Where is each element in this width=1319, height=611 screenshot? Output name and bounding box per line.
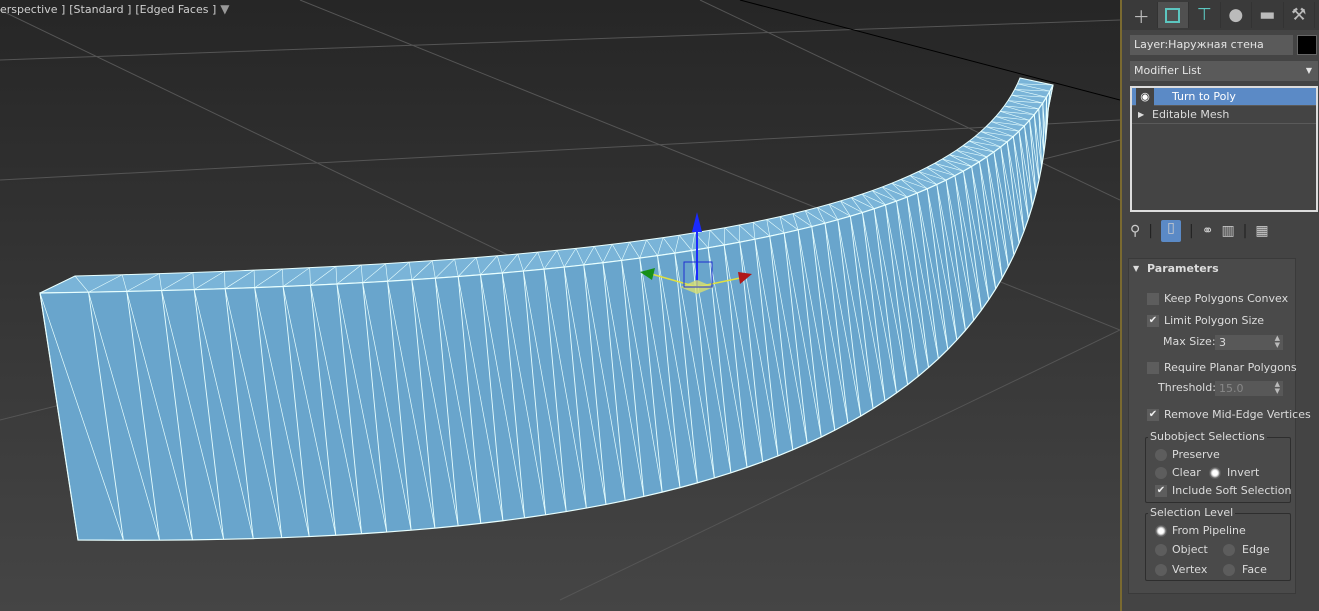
perspective-viewport[interactable]: erspective ] [Standard ] [Edged Faces ] … <box>0 0 1120 611</box>
tab-hierarchy[interactable]: ⊤ <box>1189 2 1221 28</box>
grid-line <box>699 0 1120 201</box>
clear-radio[interactable] <box>1155 467 1167 479</box>
wall-front-face <box>39 84 1054 541</box>
delete-modifier-icon[interactable]: ▥ <box>1221 223 1234 239</box>
stack-item-editable-mesh[interactable]: ▶ Editable Mesh <box>1132 106 1316 124</box>
from-pipeline-radio[interactable] <box>1155 525 1167 537</box>
command-panel: ＋ ⊤ ● ▬ ⚒ Layer:Наружная стена Modifier … <box>1120 0 1319 611</box>
motion-icon: ● <box>1228 5 1244 25</box>
preserve-radio[interactable] <box>1155 449 1167 461</box>
face-radio[interactable] <box>1223 564 1235 576</box>
filter-icon[interactable]: ▼ <box>220 2 229 16</box>
remove-mid-edge-label: Remove Mid-Edge Vertices <box>1164 408 1311 421</box>
group-title: Selection Level <box>1148 506 1236 519</box>
preserve-label: Preserve <box>1172 448 1220 461</box>
threshold-label: Threshold: <box>1158 381 1216 394</box>
tab-display[interactable]: ▬ <box>1252 2 1284 28</box>
viewport-shading-label[interactable]: [Standard ] <box>69 3 131 16</box>
expand-triangle-icon[interactable]: ▶ <box>1138 106 1144 124</box>
soft-selection-label: Include Soft Selection <box>1172 484 1292 497</box>
viewport-view-label[interactable]: erspective ] <box>0 3 65 16</box>
limit-size-label: Limit Polygon Size <box>1164 314 1265 327</box>
threshold-spinner[interactable]: 15.0 ▲ ▼ <box>1215 381 1283 396</box>
configure-sets-icon[interactable]: ▦ <box>1255 223 1268 239</box>
scene[interactable] <box>0 0 1120 611</box>
object-name-field[interactable]: Layer:Наружная стена <box>1130 35 1293 55</box>
world-axis-line <box>739 0 1120 101</box>
face-label: Face <box>1242 563 1267 576</box>
object-color-swatch[interactable] <box>1297 35 1317 55</box>
modifier-list-dropdown[interactable]: Modifier List ▼ <box>1130 61 1318 81</box>
show-end-result-button[interactable]: ▯ <box>1160 220 1181 242</box>
command-panel-tabs: ＋ ⊤ ● ▬ ⚒ <box>1122 0 1319 30</box>
from-pipeline-label: From Pipeline <box>1172 524 1246 537</box>
tab-create[interactable]: ＋ <box>1126 2 1158 28</box>
selection-level-group: Selection Level From Pipeline Object Edg… <box>1145 506 1291 581</box>
threshold-value: 15.0 <box>1219 382 1244 395</box>
vertex-radio[interactable] <box>1155 564 1167 576</box>
invert-label: Invert <box>1227 466 1260 479</box>
toolbar-separator: | <box>1242 223 1248 239</box>
tab-utilities[interactable]: ⚒ <box>1284 2 1315 28</box>
toolbar-separator: | <box>1148 223 1153 239</box>
object-radio[interactable] <box>1155 544 1167 556</box>
max-size-value: 3 <box>1219 336 1226 349</box>
collapse-triangle-icon[interactable]: ▼ <box>1133 264 1139 273</box>
stack-item-turn-to-poly[interactable]: ◉ Turn to Poly <box>1132 88 1316 106</box>
viewport-label[interactable]: erspective ] [Standard ] [Edged Faces ] … <box>0 2 229 16</box>
make-unique-icon[interactable]: ⚭ <box>1202 223 1214 239</box>
modify-icon <box>1165 7 1181 23</box>
tab-modify[interactable] <box>1157 2 1189 28</box>
stack-item-label: Editable Mesh <box>1152 108 1230 121</box>
keep-convex-checkbox[interactable] <box>1147 293 1159 305</box>
require-planar-label: Require Planar Polygons <box>1164 361 1297 374</box>
require-planar-checkbox[interactable] <box>1147 362 1159 374</box>
spinner-arrows-icon[interactable]: ▲ ▼ <box>1275 381 1280 395</box>
eye-icon[interactable]: ◉ <box>1136 88 1154 106</box>
subobject-selections-group: Subobject Selections Preserve Clear Inve… <box>1145 430 1292 503</box>
tab-motion[interactable]: ● <box>1221 2 1252 28</box>
rollout-title[interactable]: Parameters <box>1147 262 1219 275</box>
keep-convex-label: Keep Polygons Convex <box>1164 292 1289 305</box>
edge-radio[interactable] <box>1223 544 1235 556</box>
chevron-down-icon: ▼ <box>1305 66 1312 75</box>
group-title: Subobject Selections <box>1148 430 1267 443</box>
gizmo-z-arrow <box>692 212 702 232</box>
max-size-label: Max Size: <box>1163 335 1216 348</box>
modifier-list-label: Modifier List <box>1134 64 1202 77</box>
max-size-spinner[interactable]: 3 ▲ ▼ <box>1215 335 1283 350</box>
display-icon: ▬ <box>1259 5 1276 25</box>
stack-toolbar: ⚲ | ▯ | ⚭ ▥ | ▦ <box>1130 220 1269 242</box>
hierarchy-icon: ⊤ <box>1196 5 1212 25</box>
parameters-rollout: ▼ Parameters Keep Polygons Convex ✔ Limi… <box>1128 258 1311 594</box>
grid-line <box>0 19 1120 61</box>
clear-label: Clear <box>1172 466 1201 479</box>
spinner-arrows-icon[interactable]: ▲ ▼ <box>1275 335 1280 349</box>
pin-stack-icon[interactable]: ⚲ <box>1130 223 1140 239</box>
viewport-display-label[interactable]: [Edged Faces ] <box>135 3 216 16</box>
limit-size-checkbox[interactable]: ✔ <box>1147 315 1159 327</box>
remove-mid-edge-checkbox[interactable]: ✔ <box>1147 409 1159 421</box>
soft-selection-checkbox[interactable]: ✔ <box>1155 485 1167 497</box>
modifier-stack: ◉ Turn to Poly ▶ Editable Mesh <box>1130 86 1318 212</box>
vertex-label: Vertex <box>1172 563 1208 576</box>
plus-icon: ＋ <box>1132 7 1150 28</box>
object-label: Object <box>1172 543 1208 556</box>
wrench-icon: ⚒ <box>1291 5 1307 25</box>
edge-label: Edge <box>1242 543 1270 556</box>
invert-radio[interactable] <box>1209 467 1221 479</box>
toolbar-separator: | <box>1188 223 1194 239</box>
